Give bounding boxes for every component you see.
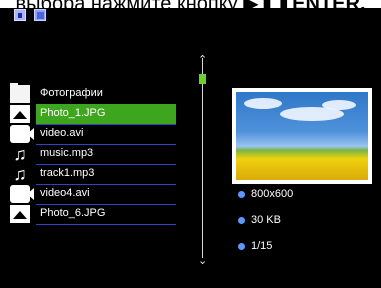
row-separator	[36, 224, 176, 225]
preview-image	[236, 92, 368, 180]
index-info: 1/15	[238, 240, 272, 252]
music-icon: ♫	[13, 144, 27, 164]
image-icon	[10, 205, 30, 223]
size-info: 30 KB	[238, 214, 281, 226]
list-item-photo-6[interactable]: Photo_6.JPG	[0, 204, 181, 225]
index-text: 1/15	[251, 240, 273, 252]
media-browser-screen: выбора нажмите кнопку ▶❚❚ENTER. Фотограф…	[0, 0, 381, 288]
file-name: video4.avi	[40, 187, 90, 199]
image-icon	[10, 105, 30, 123]
file-name: track1.mp3	[40, 167, 95, 179]
resolution-text: 800x600	[251, 188, 294, 200]
music-icon: ♫	[13, 164, 27, 184]
list-item-music[interactable]: ♫ music.mp3	[0, 144, 181, 165]
file-name: Photo_6.JPG	[40, 207, 106, 219]
gallery-icon	[14, 9, 26, 21]
bullet-icon	[238, 217, 245, 224]
scroll-down-icon[interactable]: ⌄	[198, 256, 207, 267]
folder-view-icon	[34, 9, 46, 21]
scroll-up-icon[interactable]: ⌃	[198, 55, 207, 66]
bullet-icon	[238, 243, 245, 250]
scrollbar-thumb[interactable]	[199, 74, 206, 84]
list-item-photos[interactable]: Фотографии	[0, 83, 181, 105]
size-text: 30 KB	[251, 214, 281, 226]
list-item-video4[interactable]: video4.avi	[0, 184, 181, 205]
file-name: video.avi	[40, 127, 84, 139]
video-icon	[10, 185, 34, 203]
file-list: Фотографии Photo_1.JPG video.avi ♫ music…	[0, 83, 181, 225]
list-item-photo-1[interactable]: Photo_1.JPG	[0, 104, 181, 125]
list-item-video[interactable]: video.avi	[0, 124, 181, 145]
file-name: Photo_1.JPG	[40, 107, 106, 119]
video-icon	[10, 125, 34, 143]
resolution-info: 800x600	[238, 188, 293, 200]
file-name: music.mp3	[40, 147, 94, 159]
photo-preview	[232, 88, 372, 184]
bullet-icon	[238, 191, 245, 198]
scrollbar-track[interactable]	[202, 58, 203, 258]
folder-icon	[10, 83, 30, 103]
list-item-track[interactable]: ♫ track1.mp3	[0, 164, 181, 185]
file-name: Фотографии	[40, 87, 103, 99]
